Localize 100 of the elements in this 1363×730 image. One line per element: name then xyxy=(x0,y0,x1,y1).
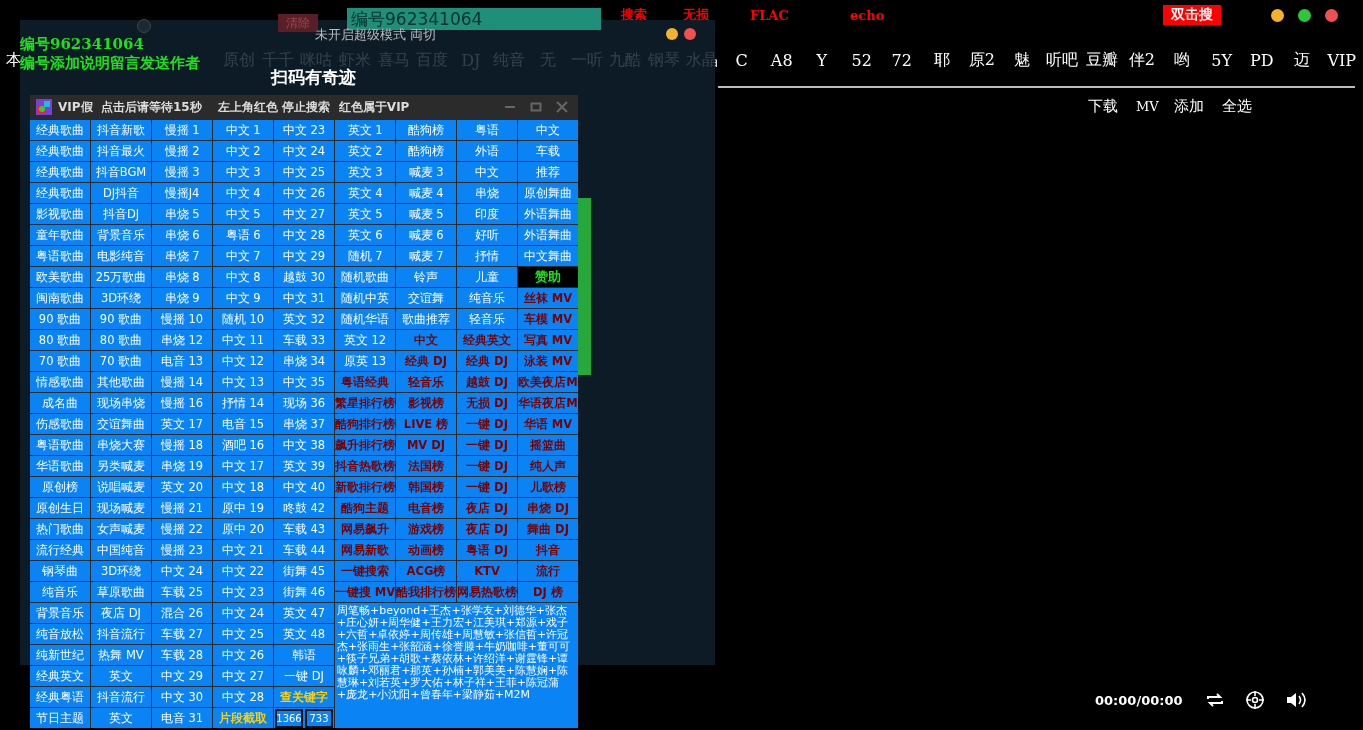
category-button[interactable]: 串烧 6 xyxy=(152,225,212,245)
maximize-button[interactable] xyxy=(1298,8,1311,22)
category-button[interactable]: 无损 DJ xyxy=(457,393,517,413)
category-button[interactable]: 中文 22 xyxy=(213,561,273,581)
category-button[interactable]: 慢摇 2 xyxy=(152,141,212,161)
category-button[interactable]: 现场喊麦 xyxy=(91,498,151,518)
category-button[interactable]: 网易热歌榜 xyxy=(457,582,517,602)
category-button[interactable]: 新歌排行榜 xyxy=(335,477,395,497)
category-button[interactable]: 70 歌曲 xyxy=(91,351,151,371)
category-button[interactable]: 中文 24 xyxy=(213,603,273,623)
source-tab[interactable]: C xyxy=(721,50,762,70)
source-tab[interactable]: 72 xyxy=(881,50,922,70)
category-button[interactable]: 原中 19 xyxy=(213,498,273,518)
category-button[interactable]: 闽南歌曲 xyxy=(30,288,90,308)
category-button[interactable]: 90 歌曲 xyxy=(91,309,151,329)
target-icon[interactable] xyxy=(1245,690,1265,710)
category-button[interactable]: 街舞 45 xyxy=(274,561,334,581)
category-button[interactable]: 抖音热歌榜 xyxy=(335,456,395,476)
category-button[interactable]: 80 歌曲 xyxy=(91,330,151,350)
category-button[interactable]: 70 歌曲 xyxy=(30,351,90,371)
source-tab[interactable]: A8 xyxy=(761,50,802,70)
category-button[interactable]: 抖音流行 xyxy=(91,687,151,707)
repeat-icon[interactable] xyxy=(1205,692,1225,708)
category-button[interactable]: 中文 24 xyxy=(274,141,334,161)
category-button[interactable]: 中文 29 xyxy=(152,666,212,686)
category-button[interactable]: 原创榜 xyxy=(30,477,90,497)
category-button[interactable]: 英文 2 xyxy=(335,141,395,161)
source-tab[interactable]: 5Y xyxy=(1201,50,1242,70)
category-button[interactable]: 童年歌曲 xyxy=(30,225,90,245)
category-button[interactable]: 铃声 xyxy=(396,267,456,287)
category-button[interactable]: 慢摇 3 xyxy=(152,162,212,182)
category-button[interactable]: 中文 13 xyxy=(213,372,273,392)
category-button[interactable]: 混合 26 xyxy=(152,603,212,623)
list-action[interactable]: 下载 xyxy=(1088,97,1136,116)
category-button[interactable]: 慢摇 18 xyxy=(152,435,212,455)
category-button[interactable]: 酷狗榜 xyxy=(396,141,456,161)
category-button[interactable]: 中文 24 xyxy=(152,561,212,581)
category-button[interactable]: 中文 25 xyxy=(274,162,334,182)
category-button[interactable]: 经典歌曲 xyxy=(30,183,90,203)
category-button[interactable]: 情感歌曲 xyxy=(30,372,90,392)
category-button[interactable]: 抖音新歌 xyxy=(91,120,151,140)
category-button[interactable]: 原英 13 xyxy=(335,351,395,371)
category-button[interactable]: 中文 23 xyxy=(274,120,334,140)
category-button[interactable]: 串烧大赛 xyxy=(91,435,151,455)
category-button[interactable]: 粤语歌曲 xyxy=(30,246,90,266)
category-button[interactable]: 中文 26 xyxy=(213,645,273,665)
list-action[interactable]: MV xyxy=(1136,97,1174,116)
category-button[interactable]: 一键 DJ xyxy=(457,477,517,497)
category-button[interactable]: 英文 17 xyxy=(152,414,212,434)
category-button[interactable]: 华语夜店M xyxy=(518,393,578,413)
close-button[interactable] xyxy=(556,101,568,113)
category-button[interactable]: 抖音DJ xyxy=(91,204,151,224)
category-button[interactable]: 串烧 19 xyxy=(152,456,212,476)
category-button[interactable]: 钢琴曲 xyxy=(30,561,90,581)
category-button[interactable]: 外语舞曲 xyxy=(518,204,578,224)
close-button[interactable] xyxy=(684,28,696,40)
category-button[interactable]: 经典 DJ xyxy=(396,351,456,371)
category-button[interactable]: 抖音BGM xyxy=(91,162,151,182)
source-tab[interactable]: PD xyxy=(1241,50,1282,70)
category-button[interactable]: 车载 xyxy=(518,141,578,161)
category-button[interactable]: 电音 13 xyxy=(152,351,212,371)
category-button[interactable]: 咚鼓 42 xyxy=(274,498,334,518)
source-tab[interactable]: 52 xyxy=(841,50,882,70)
close-button[interactable] xyxy=(1325,8,1338,22)
category-button[interactable]: 纯新世纪 xyxy=(30,645,90,665)
category-button[interactable]: 喊麦 7 xyxy=(396,246,456,266)
category-button[interactable]: KTV xyxy=(457,561,517,581)
category-button[interactable]: 轻音乐 xyxy=(396,372,456,392)
category-button[interactable]: 影视榜 xyxy=(396,393,456,413)
category-button[interactable]: 中文 7 xyxy=(213,246,273,266)
category-button[interactable]: 节日主题 xyxy=(30,708,90,728)
category-button[interactable]: 串烧 37 xyxy=(274,414,334,434)
category-button[interactable]: 中国纯音 xyxy=(91,540,151,560)
category-button[interactable]: 车载 33 xyxy=(274,330,334,350)
top-action[interactable]: 无损 xyxy=(683,6,750,24)
category-button[interactable]: 经典英文 xyxy=(30,666,90,686)
volume-icon[interactable] xyxy=(1285,691,1307,709)
category-button[interactable]: 英文 48 xyxy=(274,624,334,644)
source-tab[interactable]: Y xyxy=(801,50,842,70)
category-button[interactable]: 英文 6 xyxy=(335,225,395,245)
category-button[interactable]: 其他歌曲 xyxy=(91,372,151,392)
category-button[interactable]: 中文 5 xyxy=(213,204,273,224)
category-button[interactable]: 写真 MV xyxy=(518,330,578,350)
source-tab[interactable]: VIP xyxy=(1321,50,1362,70)
category-button[interactable]: 酷狗榜 xyxy=(396,120,456,140)
category-button[interactable]: 经典 DJ xyxy=(457,351,517,371)
category-button[interactable]: 轻音乐 xyxy=(457,309,517,329)
size-field[interactable]: 733 xyxy=(305,708,333,728)
category-button[interactable]: 网易新歌 xyxy=(335,540,395,560)
category-button[interactable]: 慢摇J4 xyxy=(152,183,212,203)
category-button[interactable]: 喊麦 5 xyxy=(396,204,456,224)
category-button[interactable]: 华语歌曲 xyxy=(30,456,90,476)
category-button[interactable]: 好听 xyxy=(457,225,517,245)
category-button[interactable]: 儿童 xyxy=(457,267,517,287)
category-button[interactable]: 慢摇 10 xyxy=(152,309,212,329)
category-button[interactable]: 现场串烧 xyxy=(91,393,151,413)
category-button[interactable]: 韩国榜 xyxy=(396,477,456,497)
category-button[interactable]: 电音 31 xyxy=(152,708,212,728)
category-button[interactable]: 另类喊麦 xyxy=(91,456,151,476)
category-button[interactable]: 英文 12 xyxy=(335,330,395,350)
